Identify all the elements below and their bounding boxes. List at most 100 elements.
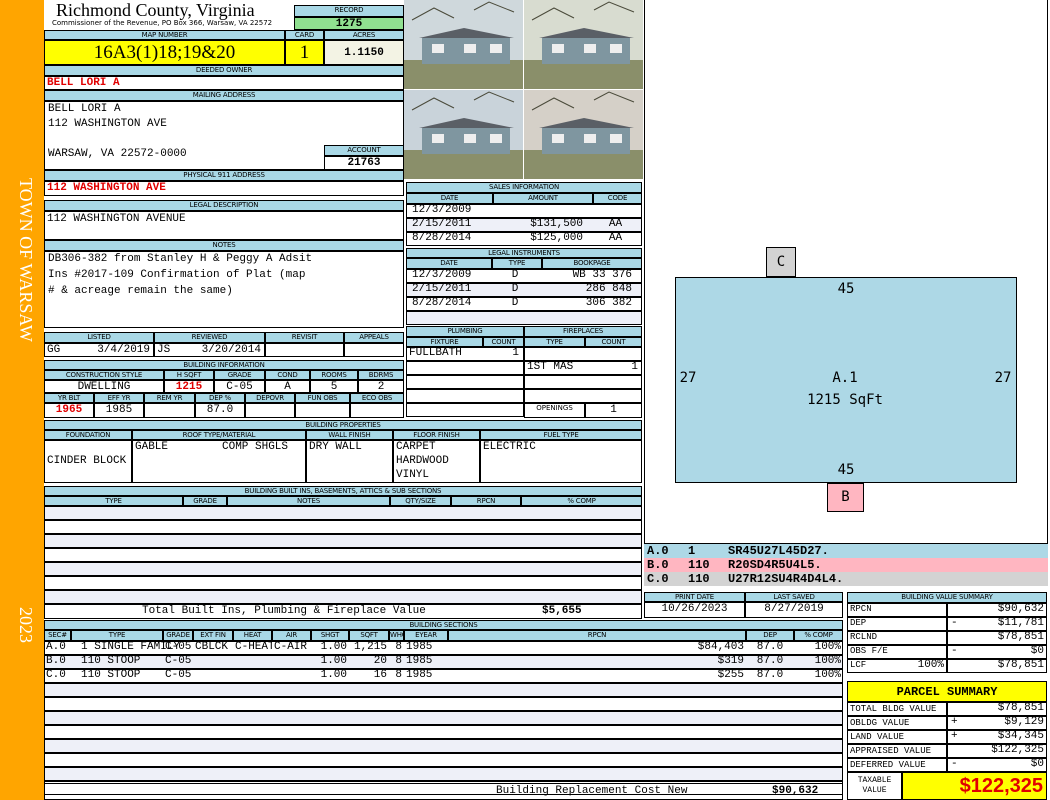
built-ins-row xyxy=(44,534,642,548)
building-sections-cell: 87.0 xyxy=(756,655,784,667)
tax-year: 2023 xyxy=(16,607,36,643)
plumbing-count: 1 xyxy=(512,347,519,359)
notes-label: NOTES xyxy=(44,240,404,251)
building-sections-cell: 87.0 xyxy=(756,669,784,681)
legal-instruments-cell: 286 848 xyxy=(585,283,632,295)
building-info-value xyxy=(245,403,295,418)
openings-count: 1 xyxy=(585,403,642,418)
floor-finish: CARPET xyxy=(396,441,436,453)
building-info-value xyxy=(144,403,195,418)
fuel-type: ELECTRIC xyxy=(483,441,536,453)
legal-instruments-cell xyxy=(410,311,484,325)
legal-instruments-cell: D xyxy=(511,269,519,281)
sales-cell: 12/3/2009 xyxy=(412,204,472,216)
print-date: 10/26/2023 xyxy=(644,602,745,618)
parcel-summary-value: $9,129 xyxy=(1004,716,1044,728)
parcel-summary-title: PARCEL SUMMARY xyxy=(847,681,1047,702)
mailing-line-2: 112 WASHINGTON AVE xyxy=(48,118,167,130)
roof-material: COMP SHGLS xyxy=(222,441,289,453)
fireplaces-label: FIREPLACES xyxy=(524,326,642,337)
taxable-value-label: TAXABLE VALUE xyxy=(847,772,902,800)
sales-label: SALES INFORMATION xyxy=(406,182,642,193)
building-sections-cell: C-05 xyxy=(165,655,192,667)
built-ins-header: TYPE xyxy=(44,496,183,506)
building-sections-cell xyxy=(193,669,233,683)
sketch-code-type: 110 xyxy=(688,558,710,572)
building-sections-row xyxy=(44,725,843,739)
plumbing-count xyxy=(483,403,521,417)
building-info-value: DWELLING xyxy=(44,380,164,393)
sketch-code-section: C.0 xyxy=(647,572,669,586)
sketch-code-type: 1 xyxy=(688,544,696,558)
value-summary-factor: 100% xyxy=(917,659,944,671)
record-label: RECORD xyxy=(294,5,404,17)
replacement-cost-label: Building Replacement Cost New xyxy=(496,785,688,797)
building-info-header: REM YR xyxy=(144,393,195,403)
sales-cell: 8/28/2014 xyxy=(412,232,472,244)
side-strip xyxy=(0,0,44,800)
building-sections-cell: 100% xyxy=(814,669,841,681)
building-sections-cell xyxy=(193,655,233,669)
legal-instruments-cell: WB 33 376 xyxy=(572,269,632,281)
sketch-code-section: B.0 xyxy=(647,558,669,572)
review-cell xyxy=(265,343,344,357)
wall-finish: DRY WALL xyxy=(309,441,362,453)
parcel-summary-label: APPRAISED VALUE xyxy=(847,744,947,758)
legal-description: 112 WASHINGTON AVENUE xyxy=(44,211,404,240)
built-ins-header: RPCN xyxy=(451,496,521,506)
building-sections-cell: 8 xyxy=(395,669,402,681)
account-label: ACCOUNT xyxy=(324,145,404,156)
parcel-summary-label: TOTAL BLDG VALUE xyxy=(847,702,947,716)
fireplace-count xyxy=(585,375,640,389)
sketch-dim-left: 27 xyxy=(679,370,697,386)
deeded-owner-label: DEEDED OWNER xyxy=(44,65,404,76)
built-ins-total: $5,655 xyxy=(542,605,582,617)
building-sections-cell: 1985 xyxy=(406,669,433,681)
building-info-header: COND xyxy=(265,370,310,380)
building-info-header: H SQFT xyxy=(164,370,214,380)
building-sections-cell: $319 xyxy=(717,655,744,667)
building-sections-row xyxy=(44,683,843,697)
value-summary-factor xyxy=(890,603,946,617)
reviewed-date: 3/20/2014 xyxy=(201,344,261,356)
building-properties-header: FLOOR FINISH xyxy=(393,430,480,440)
building-info-value: 2 xyxy=(358,380,404,393)
legal-instruments-label: LEGAL INSTRUMENTS xyxy=(406,248,642,258)
building-sections-cell: 1.00 xyxy=(320,641,347,653)
building-info-value: C-05 xyxy=(214,380,265,393)
sales-cell xyxy=(497,204,585,218)
notes-line: Ins #2017-109 Confirmation of Plat (map xyxy=(48,269,306,281)
building-info-header: DEPOVR xyxy=(245,393,295,403)
legal-instruments-header: DATE xyxy=(406,258,492,269)
built-ins-row xyxy=(44,548,642,562)
building-info-value xyxy=(350,403,404,418)
taxable-value: $122,325 xyxy=(902,772,1047,800)
value-summary-value: $90,632 xyxy=(997,603,1044,615)
sketch-dim-right: 27 xyxy=(994,370,1012,386)
parcel-summary-value: $78,851 xyxy=(997,702,1044,714)
sketch-code-path: SR45U27L45D27. xyxy=(728,544,829,558)
building-sections-row xyxy=(44,753,843,767)
acres-label: ACRES xyxy=(324,30,404,40)
building-sections-cell: 100% xyxy=(814,655,841,667)
building-sections-header: HEAT xyxy=(233,630,272,641)
account-number: 21763 xyxy=(324,156,404,170)
building-info-value: 1215 xyxy=(164,380,214,393)
building-sections-cell: 8 xyxy=(395,655,402,667)
building-info-header: FUN OBS xyxy=(295,393,350,403)
review-header: REVIEWED xyxy=(154,332,265,343)
built-ins-header: NOTES xyxy=(227,496,390,506)
building-info-value: 5 xyxy=(310,380,358,393)
sketch-dim-bottom: 45 xyxy=(837,462,855,478)
value-summary-factor xyxy=(890,617,946,631)
built-ins-header: QTY/SIZE xyxy=(390,496,451,506)
notes-line: # & acreage remain the same) xyxy=(48,285,233,297)
building-info-value: 1965 xyxy=(44,403,94,418)
building-sections-cell: 1.00 xyxy=(320,655,347,667)
card-number: 1 xyxy=(285,40,324,65)
sales-header: AMOUNT xyxy=(493,193,593,204)
building-sections-cell: B.0 xyxy=(46,655,66,667)
built-ins-label: BUILDING BUILT INS, BASEMENTS, ATTICS & … xyxy=(44,486,642,496)
value-summary-value: $78,851 xyxy=(997,631,1044,643)
review-cell xyxy=(344,343,404,357)
